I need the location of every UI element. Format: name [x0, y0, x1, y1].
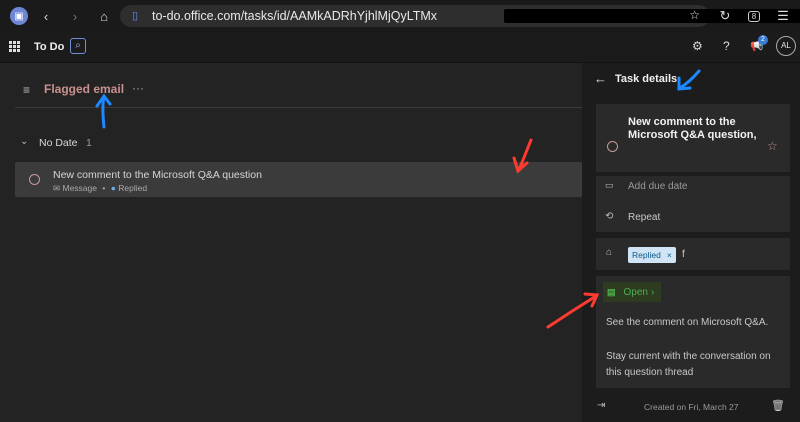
delete-task-icon[interactable]: 🗑 [771, 399, 785, 412]
bookmark-star-icon[interactable]: ☆ [689, 8, 700, 22]
meta-separator: • [102, 183, 106, 193]
sidebar-toggle-icon[interactable]: ≡ [23, 83, 30, 97]
outlook-icon: ▤ [607, 286, 616, 297]
tab-count-button[interactable]: 8 [745, 7, 763, 25]
created-date: Created on Fri, March 27 [644, 402, 739, 412]
home-icon[interactable]: ⌂ [95, 7, 113, 25]
remove-category-icon[interactable]: × [667, 250, 672, 260]
tag-icon: ⌂ [606, 247, 613, 258]
task-type: Message [62, 183, 98, 193]
forward-icon[interactable]: › [66, 7, 84, 25]
address-bar[interactable]: ▯ to-do.office.com/tasks/id/AAMkADRhYjhl… [120, 5, 800, 27]
repeat-option[interactable]: Repeat [628, 212, 660, 223]
add-due-date[interactable]: Add due date [628, 181, 688, 192]
workspace-icon[interactable]: ▣ [10, 7, 28, 25]
app-title: To Do [34, 41, 65, 53]
settings-gear-icon[interactable]: ⚙ [692, 39, 703, 53]
refresh-icon[interactable]: ↻ [716, 7, 734, 25]
category-dot-icon: ● [110, 183, 116, 193]
group-title[interactable]: No Date [39, 137, 78, 149]
avatar-initials: AL [781, 41, 791, 50]
task-category: Replied [118, 183, 148, 193]
task-list-panel [0, 63, 582, 422]
search-icon[interactable]: ⌕ [70, 38, 86, 54]
back-arrow-icon[interactable]: ← [594, 71, 607, 86]
avatar[interactable]: AL [776, 36, 796, 56]
url-text: to-do.office.com/tasks/id/AAMkADRhYjhlMj… [152, 9, 438, 23]
browser-menu-icon[interactable]: ☰ [774, 7, 792, 25]
list-more-button[interactable]: ··· [132, 81, 144, 95]
notification-badge: 2 [758, 35, 768, 45]
category-badge-label: Replied [632, 250, 661, 260]
task-title: New comment to the Microsoft Q&A questio… [53, 169, 262, 181]
category-card [596, 238, 790, 270]
list-title[interactable]: Flagged email [44, 82, 124, 96]
open-chevron-icon: › [650, 286, 655, 298]
due-repeat-card [596, 176, 790, 232]
help-icon[interactable]: ? [723, 39, 730, 53]
detail-complete-checkbox[interactable] [607, 141, 618, 152]
group-collapse-icon[interactable]: ⌄ [20, 136, 28, 147]
back-icon[interactable]: ‹ [37, 7, 55, 25]
details-header: Task details [615, 73, 678, 85]
calendar-icon[interactable]: ▭ [605, 180, 614, 191]
hide-details-icon[interactable]: ⇥ [597, 400, 605, 411]
mail-icon: ✉ [53, 183, 61, 193]
app-header: To Do ⌕ ⚙ ? 📢 2 AL [0, 32, 800, 63]
repeat-icon[interactable]: ⟲ [605, 211, 613, 222]
tab-count: 8 [747, 10, 761, 22]
category-badge[interactable]: Replied × [628, 247, 676, 263]
site-info-icon[interactable]: ▯ [132, 9, 138, 22]
note-line-2[interactable]: Stay current with the conversation on th… [606, 349, 786, 381]
open-label: Open [623, 286, 648, 298]
category-suffix: f [682, 249, 685, 260]
task-row[interactable]: New comment to the Microsoft Q&A questio… [15, 162, 582, 197]
importance-star-icon[interactable]: ☆ [767, 139, 778, 153]
detail-task-title[interactable]: New comment to the Microsoft Q&A questio… [628, 116, 758, 141]
header-divider [15, 107, 582, 108]
note-line-1[interactable]: See the comment on Microsoft Q&A. [606, 317, 786, 328]
app-launcher-icon[interactable] [9, 41, 20, 52]
group-count: 1 [86, 137, 92, 149]
complete-task-checkbox[interactable] [29, 174, 40, 185]
browser-toolbar: ▣ ‹ › ⌂ ▯ to-do.office.com/tasks/id/AAMk… [0, 0, 800, 32]
task-meta: ✉ Message • ● Replied [53, 183, 147, 194]
open-link[interactable]: ▤ Open › [603, 282, 661, 302]
